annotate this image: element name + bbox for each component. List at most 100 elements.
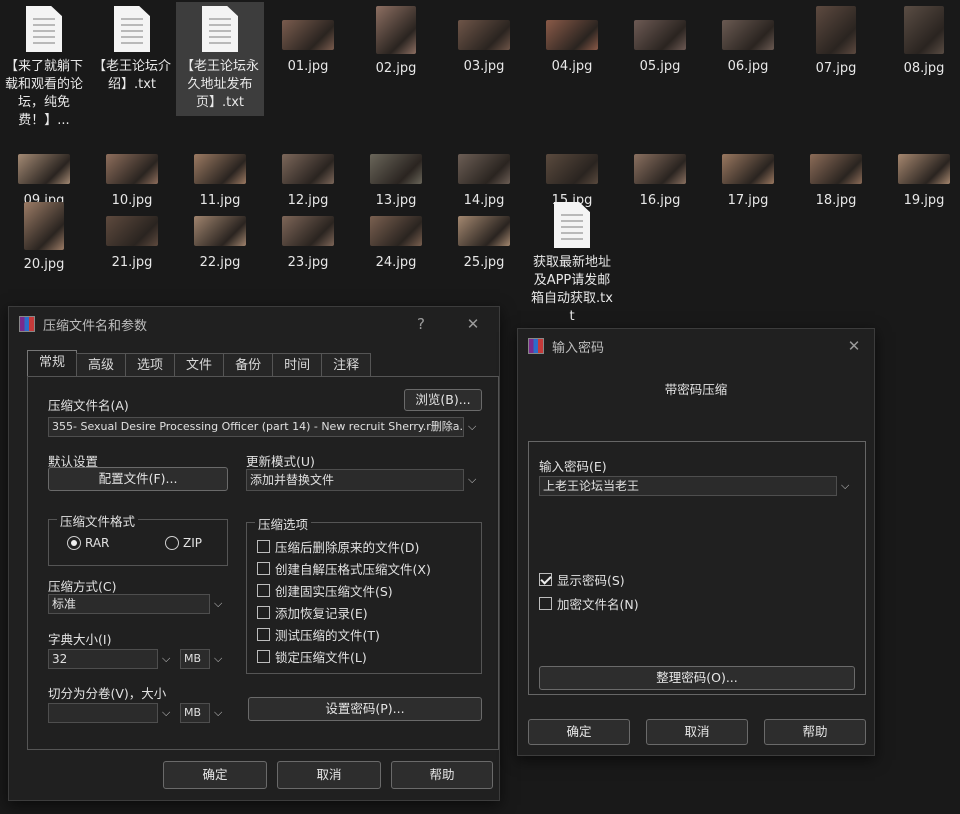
split-size-input[interactable]: [48, 703, 158, 723]
image-file-item[interactable]: 24.jpg: [352, 198, 440, 272]
text-file-item[interactable]: 【老王论坛介绍】.txt: [88, 2, 176, 94]
update-mode-select[interactable]: 添加并替换文件: [246, 469, 464, 491]
image-file-item[interactable]: 18.jpg: [792, 136, 880, 210]
file-name-label: 【老王论坛介绍】.txt: [92, 59, 171, 92]
option-checkbox[interactable]: 压缩后删除原来的文件(D): [257, 537, 419, 556]
text-file-item[interactable]: 【来了就躺下载和观看的论坛，纯免费！】...: [0, 2, 88, 130]
tab-5[interactable]: 时间: [272, 353, 323, 377]
option-checkbox[interactable]: 添加恢复记录(E): [257, 603, 368, 622]
zip-radio[interactable]: ZIP: [165, 536, 202, 550]
image-file-item[interactable]: 22.jpg: [176, 198, 264, 272]
title-bar[interactable]: 输入密码 ✕: [518, 329, 874, 363]
help-button[interactable]: 帮助: [391, 761, 493, 789]
organize-passwords-button[interactable]: 整理密码(O)...: [539, 666, 855, 690]
file-name-label: 02.jpg: [375, 61, 417, 76]
file-name-label: 05.jpg: [639, 59, 681, 74]
split-unit-select[interactable]: MB: [180, 703, 210, 723]
image-thumbnail-icon: [722, 20, 774, 50]
file-name-label: 16.jpg: [639, 193, 681, 208]
tab-1[interactable]: 高级: [76, 353, 127, 377]
image-thumbnail-icon: [904, 6, 944, 54]
enter-password-label: 输入密码(E): [539, 459, 607, 474]
file-name-label: 获取最新地址及APP请发邮箱自动获取.txt: [531, 255, 613, 324]
dict-unit-select[interactable]: MB: [180, 649, 210, 669]
image-thumbnail-icon: [546, 20, 598, 50]
ok-button[interactable]: 确定: [528, 719, 630, 745]
text-file-item[interactable]: 获取最新地址及APP请发邮箱自动获取.txt: [528, 198, 616, 326]
image-file-item[interactable]: 20.jpg: [0, 198, 88, 274]
cancel-button[interactable]: 取消: [277, 761, 381, 789]
encrypt-names-checkbox[interactable]: 加密文件名(N): [539, 594, 639, 613]
image-file-item[interactable]: 03.jpg: [440, 2, 528, 76]
text-file-icon: [202, 6, 238, 52]
text-file-item[interactable]: 【老王论坛永久地址发布页】.txt: [176, 2, 264, 116]
image-file-item[interactable]: 21.jpg: [88, 198, 176, 272]
image-file-item[interactable]: 08.jpg: [880, 2, 960, 78]
set-password-button[interactable]: 设置密码(P)...: [248, 697, 482, 721]
image-file-item[interactable]: 05.jpg: [616, 2, 704, 76]
ok-button[interactable]: 确定: [163, 761, 267, 789]
file-name-label: 22.jpg: [199, 255, 241, 270]
password-dialog: 输入密码 ✕ 带密码压缩 输入密码(E) 上老王论坛当老王 ⌵ 显示密码(S) …: [517, 328, 875, 756]
password-input[interactable]: 上老王论坛当老王: [539, 476, 837, 496]
chevron-down-icon[interactable]: ⌵: [468, 473, 476, 487]
image-thumbnail-icon: [458, 216, 510, 246]
checkbox-icon: [257, 628, 270, 641]
option-checkbox[interactable]: 创建固实压缩文件(S): [257, 581, 393, 600]
chevron-down-icon[interactable]: ⌵: [214, 706, 222, 720]
option-label: 压缩后删除原来的文件(D): [275, 540, 420, 555]
image-thumbnail-icon: [370, 154, 422, 184]
image-thumbnail-icon: [634, 154, 686, 184]
option-label: 锁定压缩文件(L): [275, 650, 367, 665]
show-password-checkbox[interactable]: 显示密码(S): [539, 570, 625, 589]
tab-4[interactable]: 备份: [223, 353, 274, 377]
image-file-item[interactable]: 25.jpg: [440, 198, 528, 272]
chevron-down-icon[interactable]: ⌵: [214, 652, 222, 666]
image-file-item[interactable]: 16.jpg: [616, 136, 704, 210]
image-file-item[interactable]: 04.jpg: [528, 2, 616, 76]
dict-size-select[interactable]: 32: [48, 649, 158, 669]
option-checkbox[interactable]: 锁定压缩文件(L): [257, 647, 367, 666]
image-file-item[interactable]: 07.jpg: [792, 2, 880, 78]
image-file-item[interactable]: 19.jpg: [880, 136, 960, 210]
text-file-icon: [114, 6, 150, 52]
image-file-item[interactable]: 01.jpg: [264, 2, 352, 76]
close-icon[interactable]: ✕: [842, 335, 866, 357]
rar-radio[interactable]: RAR: [67, 536, 109, 550]
chevron-down-icon[interactable]: ⌵: [841, 479, 849, 493]
chevron-down-icon[interactable]: ⌵: [468, 420, 476, 434]
tab-3[interactable]: 文件: [174, 353, 225, 377]
option-checkbox[interactable]: 测试压缩的文件(T): [257, 625, 380, 644]
split-label: 切分为分卷(V)，大小: [48, 686, 167, 701]
file-name-label: 19.jpg: [903, 193, 945, 208]
image-thumbnail-icon: [282, 216, 334, 246]
checkbox-icon: [257, 650, 270, 663]
tab-0[interactable]: 常规: [27, 350, 78, 377]
cancel-button[interactable]: 取消: [646, 719, 748, 745]
option-label: 创建固实压缩文件(S): [275, 584, 393, 599]
title-bar[interactable]: 压缩文件名和参数 ? ✕: [9, 307, 499, 341]
browse-button[interactable]: 浏览(B)...: [404, 389, 482, 411]
chevron-down-icon[interactable]: ⌵: [162, 706, 170, 720]
image-file-item[interactable]: 23.jpg: [264, 198, 352, 272]
chevron-down-icon[interactable]: ⌵: [162, 652, 170, 666]
archive-name-field[interactable]: 355- Sexual Desire Processing Officer (p…: [48, 417, 464, 437]
image-file-item[interactable]: 06.jpg: [704, 2, 792, 76]
tab-6[interactable]: 注释: [321, 353, 372, 377]
tab-2[interactable]: 选项: [125, 353, 176, 377]
profiles-button[interactable]: 配置文件(F)...: [48, 467, 228, 491]
image-thumbnail-icon: [458, 154, 510, 184]
image-thumbnail-icon: [546, 154, 598, 184]
image-thumbnail-icon: [722, 154, 774, 184]
image-thumbnail-icon: [24, 202, 64, 250]
image-file-item[interactable]: 02.jpg: [352, 2, 440, 78]
help-icon[interactable]: ?: [409, 313, 433, 335]
image-file-item[interactable]: 17.jpg: [704, 136, 792, 210]
text-file-icon: [554, 202, 590, 248]
chevron-down-icon[interactable]: ⌵: [214, 597, 222, 611]
close-icon[interactable]: ✕: [461, 313, 485, 335]
option-checkbox[interactable]: 创建自解压格式压缩文件(X): [257, 559, 431, 578]
dict-size-label: 字典大小(I): [48, 632, 112, 647]
help-button[interactable]: 帮助: [764, 719, 866, 745]
method-select[interactable]: 标准: [48, 594, 210, 614]
